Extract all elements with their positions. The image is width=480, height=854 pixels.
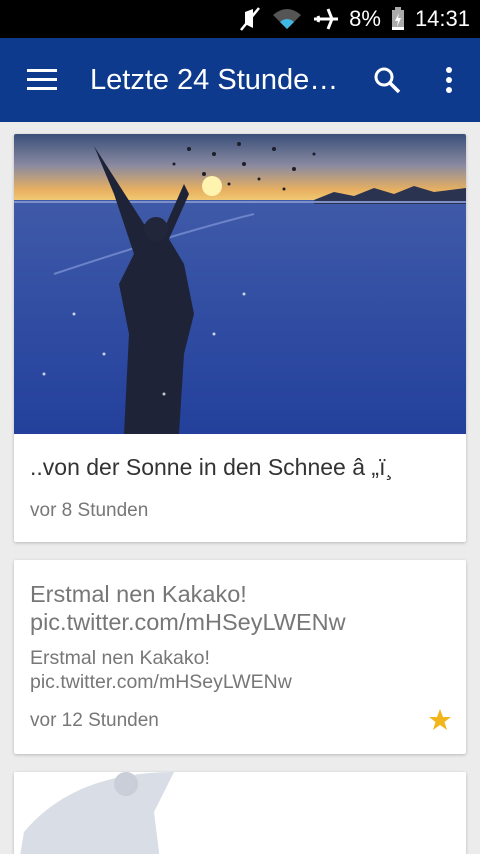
battery-icon [391, 7, 405, 31]
search-icon[interactable] [356, 38, 418, 122]
menu-icon[interactable] [0, 38, 84, 122]
feed-card[interactable]: Erstmal nen Kakako! pic.twitter.com/mHSe… [14, 560, 466, 754]
more-vert-icon[interactable] [418, 38, 480, 122]
card-timestamp: vor 12 Stunden [30, 710, 159, 731]
feed-list: ..von der Sonne in den Schnee â „ï¸ vor … [0, 122, 480, 854]
feed-card[interactable]: ..von der Sonne in den Schnee â „ï¸ vor … [14, 134, 466, 542]
feed-card[interactable] [14, 772, 466, 854]
battery-percent: 8% [349, 6, 381, 31]
wifi-icon [271, 7, 303, 31]
card-title: Erstmal nen Kakako! pic.twitter.com/mHSe… [30, 581, 346, 635]
card-title: ..von der Sonne in den Schnee â „ï¸ [30, 454, 394, 480]
app-bar: Letzte 24 Stunde… [0, 38, 480, 122]
card-body: Erstmal nen Kakako! pic.twitter.com/mHSe… [30, 647, 292, 693]
airplane-icon [313, 7, 339, 31]
card-image [14, 134, 466, 434]
star-icon[interactable] [428, 708, 452, 737]
page-title: Letzte 24 Stunde… [90, 63, 339, 96]
card-timestamp: vor 8 Stunden [30, 500, 149, 521]
card-image [14, 772, 466, 854]
clock: 14:31 [414, 6, 470, 31]
muted-icon [239, 6, 261, 32]
status-bar: 8% 14:31 [0, 0, 480, 38]
